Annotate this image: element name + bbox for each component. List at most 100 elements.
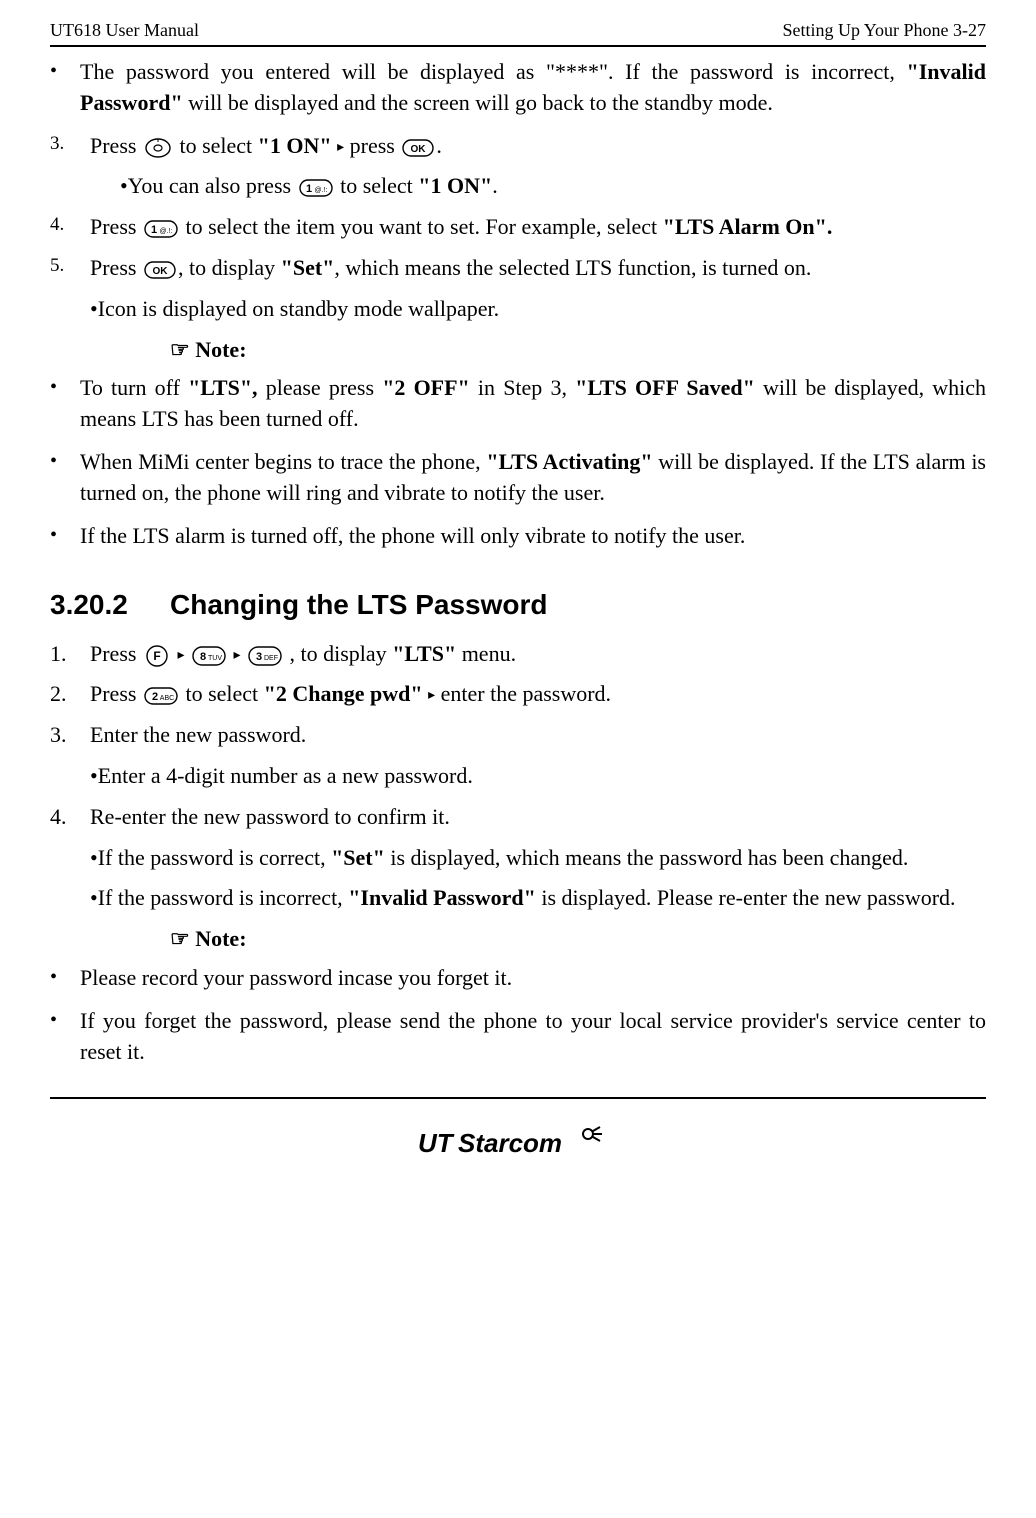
- bullet-icon: •: [90, 761, 98, 792]
- text: , to display: [290, 641, 393, 666]
- top-bullet-list: • The password you entered will be displ…: [50, 57, 986, 119]
- bullet-icon: •: [50, 57, 80, 85]
- list-item: • If the LTS alarm is turned off, the ph…: [50, 521, 986, 552]
- step-number: 1.: [50, 639, 90, 670]
- text: Icon is displayed on standby mode wallpa…: [98, 294, 986, 325]
- page-header: UT618 User Manual Setting Up Your Phone …: [50, 20, 986, 45]
- text-bold: "Set": [331, 845, 385, 870]
- bullet-icon: •: [50, 373, 80, 401]
- step-list-2: 1. Press F ▸ 8TUV ▸ 3DEF , to display "L…: [50, 639, 986, 915]
- bullet-icon: •: [90, 883, 98, 914]
- text-bold: "LTS",: [188, 375, 258, 400]
- svg-text:@.!:: @.!:: [159, 228, 172, 235]
- section-title: Changing the LTS Password: [170, 585, 548, 624]
- list-item: 4. Press 1@.!: to select the item you wa…: [50, 212, 986, 243]
- bullet-icon: •: [90, 294, 98, 325]
- text: enter the password.: [441, 681, 611, 706]
- header-right: Setting Up Your Phone 3-27: [782, 20, 986, 41]
- text: Press: [90, 214, 142, 239]
- key-8-icon: 8TUV: [192, 646, 226, 666]
- bullet-icon: •: [120, 171, 128, 202]
- key-1-icon: 1@.!:: [144, 220, 178, 238]
- text: .: [492, 173, 498, 198]
- text-bold: "Set": [281, 255, 335, 280]
- text-bold: "2 OFF": [382, 375, 470, 400]
- list-item: • If you forget the password, please sen…: [50, 1006, 986, 1068]
- svg-text:1: 1: [151, 224, 157, 236]
- triangle-icon: ▸: [337, 140, 344, 155]
- text: menu.: [456, 641, 516, 666]
- svg-text:TUV: TUV: [208, 655, 222, 662]
- header-rule: [50, 45, 986, 47]
- text-bold: "LTS": [392, 641, 456, 666]
- text: press: [350, 133, 401, 158]
- ok-button-icon: OK: [402, 139, 434, 157]
- sub-bullet: • You can also press 1@.!: to select "1 …: [120, 171, 986, 202]
- text-bold: "2 Change pwd": [264, 681, 423, 706]
- list-item: • Please record your password incase you…: [50, 963, 986, 994]
- step-number: 3.: [50, 720, 90, 751]
- svg-text:3: 3: [256, 651, 262, 663]
- triangle-icon: ▸: [428, 689, 435, 704]
- sub-bullet: • Icon is displayed on standby mode wall…: [90, 294, 986, 325]
- key-2-icon: 2ABC: [144, 687, 178, 705]
- text: Enter the new password.: [90, 720, 986, 751]
- dpad-icon: [144, 137, 172, 159]
- note-label: ☞ Note:: [170, 924, 986, 955]
- note-bullets-2: • Please record your password incase you…: [50, 963, 986, 1067]
- text: , which means the selected LTS function,…: [334, 255, 811, 280]
- text: Press: [90, 681, 142, 706]
- note-label: ☞ Note:: [170, 335, 986, 366]
- text: If the password is correct,: [98, 845, 331, 870]
- text: When MiMi center begins to trace the pho…: [80, 449, 486, 474]
- text: If you forget the password, please send …: [80, 1006, 986, 1068]
- svg-text:8: 8: [200, 651, 206, 663]
- svg-text:DEF: DEF: [264, 655, 278, 662]
- sub-bullet: • If the password is incorrect, "Invalid…: [90, 883, 986, 914]
- bullet-icon: •: [50, 1006, 80, 1034]
- text: to select: [340, 173, 418, 198]
- list-item: 3. Enter the new password.: [50, 720, 986, 751]
- list-item: 3. Press to select "1 ON" ▸ press OK .: [50, 131, 986, 162]
- f-button-icon: F: [144, 645, 170, 667]
- bullet-icon: •: [50, 447, 80, 475]
- text: Please record your password incase you f…: [80, 963, 986, 994]
- step-list-1: 3. Press to select "1 ON" ▸ press OK . •: [50, 131, 986, 325]
- text: To turn off: [80, 375, 188, 400]
- svg-text:@.!:: @.!:: [314, 187, 327, 194]
- footer-logo: UT Starcom: [50, 1124, 986, 1169]
- sub-bullet: • Enter a 4-digit number as a new passwo…: [90, 761, 986, 792]
- bullet-icon: •: [50, 521, 80, 549]
- text: Enter a 4-digit number as a new password…: [98, 761, 986, 792]
- svg-text:OK: OK: [152, 266, 168, 277]
- bullet-icon: •: [90, 843, 98, 874]
- header-left: UT618 User Manual: [50, 20, 199, 41]
- ok-button-icon: OK: [144, 261, 176, 279]
- bullet-icon: •: [50, 963, 80, 991]
- list-item: • To turn off "LTS", please press "2 OFF…: [50, 373, 986, 435]
- text: in Step 3,: [470, 375, 575, 400]
- text: to select the item you want to set. For …: [185, 214, 662, 239]
- list-item: 2. Press 2ABC to select "2 Change pwd" ▸…: [50, 679, 986, 710]
- list-item: • When MiMi center begins to trace the p…: [50, 447, 986, 509]
- text: Re-enter the new password to confirm it.: [90, 802, 986, 833]
- text-bold: "1 ON": [418, 173, 492, 198]
- text-bold: "LTS Alarm On".: [663, 214, 833, 239]
- text-bold: "LTS Activating": [486, 449, 652, 474]
- step-number: 4.: [50, 802, 90, 833]
- text-bold: "Invalid Password": [348, 885, 536, 910]
- svg-text:F: F: [153, 649, 160, 663]
- svg-text:OK: OK: [411, 144, 427, 155]
- step-number: 3.: [50, 131, 90, 158]
- triangle-icon: ▸: [233, 648, 240, 663]
- svg-text:2: 2: [152, 691, 158, 703]
- text-bold: "1 ON": [258, 133, 332, 158]
- list-item: 1. Press F ▸ 8TUV ▸ 3DEF , to display "L…: [50, 639, 986, 670]
- list-item: 4. Re-enter the new password to confirm …: [50, 802, 986, 833]
- text: You can also press: [128, 173, 297, 198]
- key-1-icon: 1@.!:: [299, 179, 333, 197]
- section-number: 3.20.2: [50, 585, 170, 624]
- text: , to display: [178, 255, 281, 280]
- key-3-icon: 3DEF: [248, 646, 282, 666]
- list-item: • The password you entered will be displ…: [50, 57, 986, 119]
